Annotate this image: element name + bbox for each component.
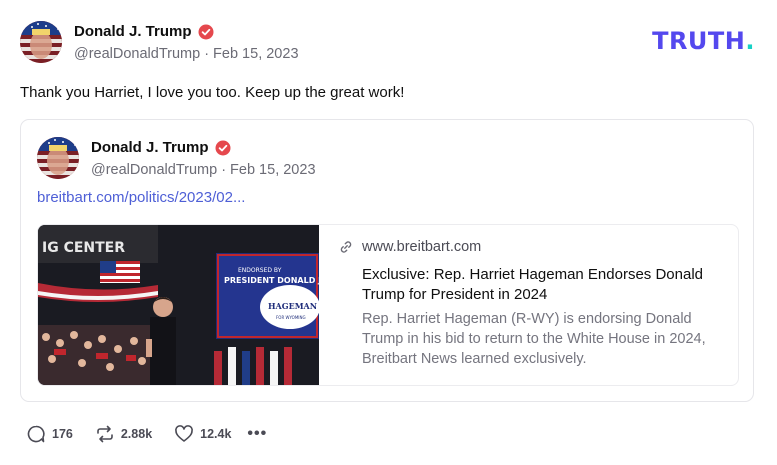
reply-icon <box>27 425 45 443</box>
author-name-row: Donald J. Trump <box>74 23 214 40</box>
quoted-post-date[interactable]: Feb 15, 2023 <box>230 162 315 178</box>
card-description: Rep. Harriet Hageman (R-WY) is endorsing… <box>362 311 706 367</box>
quoted-author-name[interactable]: Donald J. Trump <box>91 139 209 156</box>
author-avatar[interactable] <box>20 21 62 63</box>
logo-text: TRUTH <box>652 27 746 55</box>
article-link[interactable]: breitbart.com/politics/2023/02... <box>37 189 245 206</box>
post-meta: @realDonaldTrump · Feb 15, 2023 <box>74 46 299 62</box>
banner-small-text: ENDORSED BY <box>238 267 282 274</box>
post-date[interactable]: Feb 15, 2023 <box>213 46 298 62</box>
retruth-button[interactable]: 2.88k <box>95 424 152 444</box>
podium-text: HAGEMAN <box>268 301 317 311</box>
meta-separator: · <box>221 162 227 178</box>
truth-social-logo: TRUTH. <box>652 27 755 55</box>
article-image: IG CENTER ENDORSED BY PRESIDENT DONALD J… <box>38 225 319 385</box>
post-actions: 176 2.88k 12.4k ••• <box>26 424 267 444</box>
quoted-post-meta: @realDonaldTrump · Feb 15, 2023 <box>91 162 316 178</box>
link-preview-card[interactable]: IG CENTER ENDORSED BY PRESIDENT DONALD J… <box>37 224 739 386</box>
retruth-count: 2.88k <box>120 427 153 441</box>
like-button[interactable]: 12.4k <box>174 424 231 444</box>
verified-badge-icon <box>215 140 231 156</box>
quoted-author-name-row: Donald J. Trump <box>91 139 231 156</box>
venue-sign-text: IG CENTER <box>42 240 125 256</box>
quoted-post[interactable]: Donald J. Trump @realDonaldTrump · Feb 15,… <box>20 119 754 402</box>
author-name[interactable]: Donald J. Trump <box>74 23 192 40</box>
quoted-author-handle[interactable]: @realDonaldTrump <box>91 162 217 178</box>
ellipsis-icon[interactable]: ••• <box>247 425 267 443</box>
like-count: 12.4k <box>200 427 232 441</box>
card-headline[interactable]: Exclusive: Rep. Harriet Hageman Endorses… <box>362 265 722 305</box>
post-text: Thank you Harriet, I love you too. Keep … <box>20 84 405 101</box>
link-icon <box>338 239 354 255</box>
truth-post: Donald J. Trump @realDonaldTrump · Feb 15,… <box>0 0 777 465</box>
reply-button[interactable]: 176 <box>26 424 73 444</box>
verified-badge-icon <box>198 24 214 40</box>
retruth-icon <box>97 425 113 443</box>
podium-sub-text: FOR WYOMING <box>276 315 306 320</box>
reply-count: 176 <box>52 427 73 441</box>
meta-separator: · <box>204 46 210 62</box>
card-domain-row: www.breitbart.com <box>338 239 481 255</box>
banner-main-text: PRESIDENT DONALD J. <box>224 276 319 285</box>
quoted-author-avatar[interactable] <box>37 137 79 179</box>
heart-icon <box>175 425 194 442</box>
card-domain: www.breitbart.com <box>362 239 482 255</box>
author-handle[interactable]: @realDonaldTrump <box>74 46 200 62</box>
logo-period: . <box>745 27 755 55</box>
